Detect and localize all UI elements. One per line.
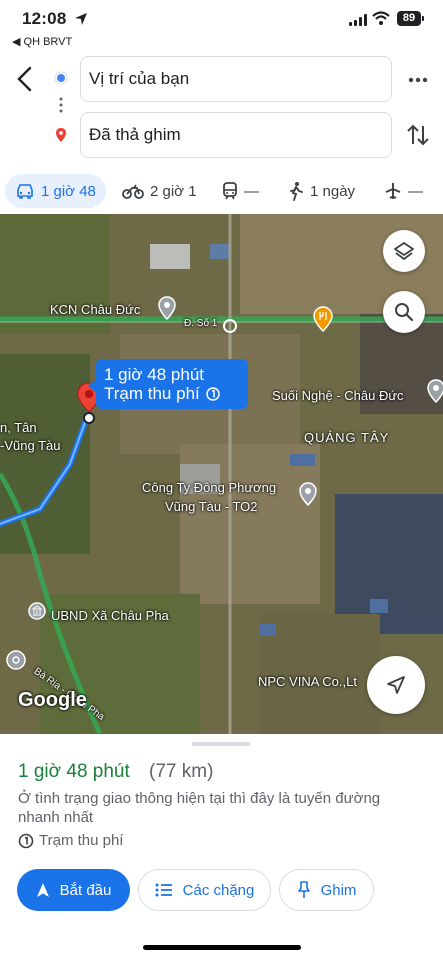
home-indicator[interactable] [143,945,301,950]
map-label-kcn: KCN Châu Đức [50,302,141,317]
steps-button[interactable]: Các chặng [138,869,271,911]
transit-icon [223,182,237,200]
toll-info: Trạm thu phí [18,832,123,849]
map-label-cong-ty-1: Công Ty Đông Phương [142,480,277,495]
cellular-signal-icon [349,14,367,26]
google-logo: Google [18,689,87,711]
toll-label: Trạm thu phí [39,832,124,849]
steps-label: Các chặng [182,881,255,899]
route-duration: 1 giờ 48 phút [18,761,130,782]
walk-icon [290,182,303,201]
map-label-road: Đ. Số 1 [184,318,218,329]
battery-indicator: 89 [397,11,424,26]
mode-motorbike[interactable]: 2 giờ 1 [122,174,197,208]
map-label-suoi-nghe: Suối Nghệ - Châu Đức [272,388,404,403]
callout-duration: 1 giờ 48 phút [104,365,204,384]
pin-button[interactable]: Ghim [279,869,374,911]
route-callout[interactable]: 1 giờ 48 phút Trạm thu phí [88,359,248,409]
government-marker-icon[interactable] [28,602,46,620]
callout-toll-row: Trạm thu phí [104,384,240,403]
place-marker-icon[interactable] [427,379,443,403]
toll-icon [18,833,34,848]
toll-icon [206,386,220,401]
callout-toll: Trạm thu phí [104,384,200,403]
search-icon [395,303,414,322]
map-label-cong-ty-2: Vũng Tàu - TO2 [165,499,258,514]
place-marker-icon[interactable] [299,482,317,506]
mode-motorbike-label: 2 giờ 1 [150,182,197,200]
map-label-left-2: -Vũng Tàu [0,438,61,453]
swap-directions-icon[interactable] [404,120,432,150]
car-icon [17,184,33,199]
search-map-button[interactable] [383,291,425,333]
start-label: Bắt đầu [59,881,112,899]
destination-input[interactable]: Đã thả ghim [80,112,392,158]
layers-icon [394,242,414,260]
navigation-icon [36,883,49,897]
place-marker-icon[interactable] [158,296,176,320]
attraction-marker-icon[interactable] [6,650,26,670]
travel-mode-bar: 1 giờ 48 2 giờ 1 — 1 ngày — [0,170,443,212]
list-icon [155,883,172,897]
mode-flight-label: — [408,182,423,200]
mode-transit[interactable]: — [222,174,259,208]
mode-walking[interactable]: 1 ngày [288,174,355,208]
status-bar: 12:08 ◀ QH BRVT 89 [0,0,443,50]
more-options-icon[interactable] [403,68,433,92]
mode-walking-label: 1 ngày [310,182,356,200]
satellite-imagery [0,214,443,734]
wifi-icon [372,11,390,25]
map-label-npc: NPC VINA Co.,Lt [258,674,357,689]
map-label-ubnd: UBND Xã Châu Pha [51,608,169,623]
restaurant-marker-icon[interactable] [313,306,333,332]
start-button[interactable]: Bắt đầu [17,869,130,911]
motorbike-icon [122,184,144,199]
map-label-quang-tay: QUẢNG TÂY [304,430,390,445]
sheet-drag-handle[interactable] [192,742,250,746]
mode-flight[interactable]: — [384,174,423,208]
mode-transit-label: — [244,182,259,200]
layers-button[interactable] [383,230,425,272]
route-connector-icon [54,71,68,142]
map-view[interactable]: KCN Châu Đức Đ. Số 1 Suối Nghệ - Châu Đứ… [0,214,443,734]
map-label-left-1: n, Tân [0,420,37,435]
route-distance: (77 km) [149,761,214,782]
my-location-button[interactable] [367,656,425,714]
pushpin-icon [297,881,310,898]
status-time: 12:08 [22,9,67,28]
back-arrow-icon[interactable] [12,62,38,96]
route-summary-sheet: 1 giờ 48 phút (77 km) Ở tình trạng giao … [0,734,443,960]
location-arrow-icon [75,13,87,25]
navigation-arrow-icon [387,676,405,694]
pin-label: Ghim [320,881,357,899]
back-to-app-link[interactable]: ◀ QH BRVT [12,35,72,48]
origin-input[interactable]: Vị trí của bạn [80,56,392,102]
mode-driving-label: 1 giờ 48 [41,182,96,200]
mode-driving[interactable]: 1 giờ 48 [5,174,106,208]
route-description: Ở tình trạng giao thông hiện tại thì đây… [18,790,381,826]
flight-icon [385,183,401,199]
